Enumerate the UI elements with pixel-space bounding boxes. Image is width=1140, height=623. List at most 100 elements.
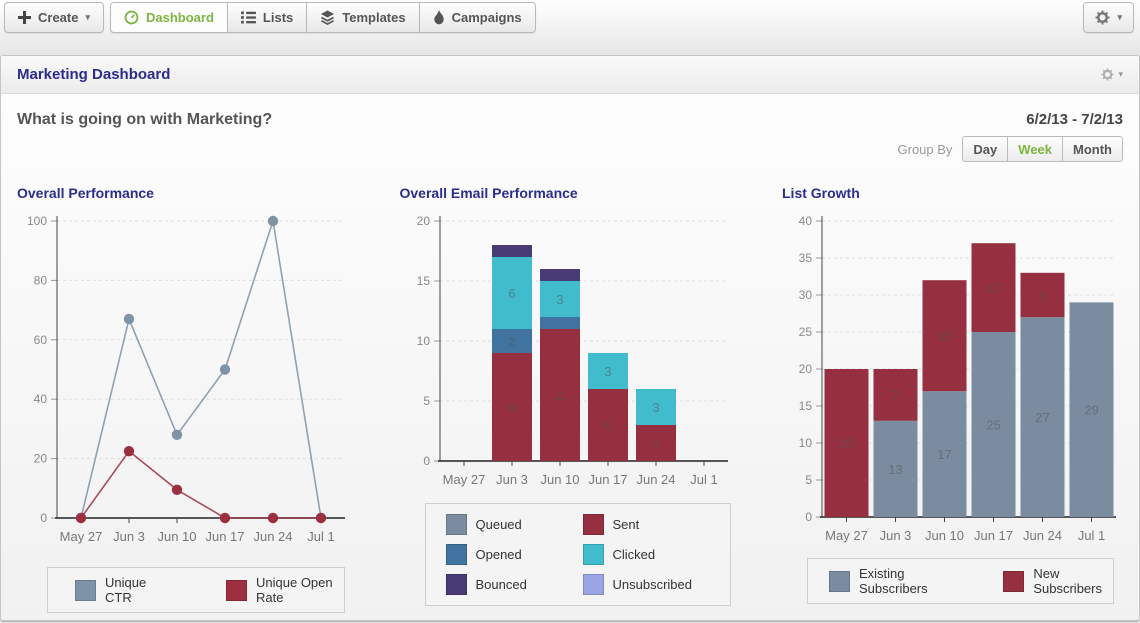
svg-text:6: 6	[1039, 288, 1046, 303]
svg-text:15: 15	[416, 274, 430, 288]
svg-text:May 27: May 27	[60, 529, 103, 544]
tab-templates-label: Templates	[342, 10, 405, 25]
svg-text:0: 0	[423, 454, 430, 468]
gear-icon	[1101, 68, 1114, 81]
legend-label: Sent	[613, 517, 640, 532]
svg-text:May 27: May 27	[442, 472, 485, 487]
group-by-week-button[interactable]: Week	[1007, 136, 1063, 162]
svg-text:0: 0	[40, 511, 47, 525]
legend-label: Unsubscribed	[613, 577, 693, 592]
svg-text:20: 20	[416, 214, 430, 228]
legend-item[interactable]: Clicked	[583, 544, 720, 565]
chart-title: Overall Email Performance	[400, 185, 734, 201]
chart-legend: Existing Subscribers New Subscribers	[807, 558, 1114, 604]
legend-item[interactable]: Sent	[583, 514, 720, 535]
svg-text:3: 3	[604, 364, 611, 379]
svg-text:Jun 17: Jun 17	[974, 528, 1013, 543]
legend-item[interactable]: Unique Open Rate	[226, 575, 344, 605]
tab-dashboard[interactable]: Dashboard	[110, 2, 228, 33]
panel-settings-button[interactable]: ▾	[1101, 68, 1123, 81]
chart-legend: Unique CTR Unique Open Rate	[47, 567, 345, 613]
legend-item[interactable]: Existing Subscribers	[829, 566, 955, 596]
svg-text:25: 25	[799, 325, 813, 339]
svg-text:5: 5	[423, 394, 430, 408]
group-by-month-button[interactable]: Month	[1062, 136, 1123, 162]
legend-label: New Subscribers	[1033, 566, 1113, 596]
svg-text:3: 3	[652, 436, 659, 451]
tab-templates[interactable]: Templates	[306, 2, 419, 33]
svg-text:17: 17	[937, 447, 951, 462]
chevron-down-icon: ▾	[85, 13, 90, 22]
stacked-bar-chart-canvas: 05101520May 27Jun 3Jun 10Jun 17Jun 24Jul…	[400, 205, 734, 500]
group-by-button-group: Day Week Month	[962, 136, 1123, 162]
create-button[interactable]: Create ▾	[4, 2, 104, 33]
svg-text:Jun 17: Jun 17	[588, 472, 627, 487]
legend-swatch	[446, 574, 467, 595]
tab-campaigns[interactable]: Campaigns	[419, 2, 536, 33]
date-range: 6/2/13 - 7/2/13	[1026, 111, 1123, 128]
legend-item[interactable]: Bounced	[446, 574, 583, 595]
legend-label: Clicked	[613, 547, 656, 562]
svg-text:13: 13	[888, 462, 902, 477]
legend-swatch	[829, 571, 850, 592]
svg-text:Jun 24: Jun 24	[636, 472, 675, 487]
legend-item[interactable]: Opened	[446, 544, 583, 565]
svg-text:60: 60	[34, 333, 48, 347]
legend-label: Existing Subscribers	[859, 566, 955, 596]
legend-swatch	[583, 514, 604, 535]
svg-text:20: 20	[799, 362, 813, 376]
legend-item[interactable]: Unsubscribed	[583, 574, 720, 595]
svg-text:11: 11	[553, 388, 567, 403]
list-growth-chart: List Growth 0510152025303540May 27Jun 3J…	[782, 185, 1123, 613]
svg-text:15: 15	[937, 329, 951, 344]
legend-item[interactable]: Queued	[446, 514, 583, 535]
svg-text:0: 0	[805, 510, 812, 524]
svg-text:40: 40	[34, 392, 48, 406]
chart-title: Overall Performance	[17, 185, 351, 201]
group-by-day-button[interactable]: Day	[962, 136, 1008, 162]
legend-label: Queued	[476, 517, 522, 532]
settings-dropdown-button[interactable]: ▾	[1083, 2, 1134, 33]
svg-text:10: 10	[416, 334, 430, 348]
svg-text:Jul 1: Jul 1	[690, 472, 717, 487]
chevron-down-icon: ▾	[1117, 13, 1122, 22]
legend-swatch	[1003, 571, 1024, 592]
tab-campaigns-label: Campaigns	[452, 10, 522, 25]
tab-lists[interactable]: Lists	[227, 2, 307, 33]
tab-dashboard-label: Dashboard	[146, 10, 214, 25]
svg-text:Jun 24: Jun 24	[1023, 528, 1062, 543]
dashboard-panel-header: Marketing Dashboard ▾	[1, 56, 1139, 94]
svg-text:10: 10	[799, 436, 813, 450]
svg-text:3: 3	[652, 400, 659, 415]
svg-text:Jun 24: Jun 24	[253, 529, 292, 544]
legend-swatch	[226, 580, 247, 601]
legend-item[interactable]: New Subscribers	[1003, 566, 1113, 596]
svg-text:20: 20	[839, 436, 853, 451]
svg-text:Jun 10: Jun 10	[925, 528, 964, 543]
nav-tab-group: Dashboard Lists Templates Campaigns	[110, 2, 536, 33]
svg-text:May 27: May 27	[825, 528, 868, 543]
svg-text:100: 100	[27, 214, 47, 228]
legend-item[interactable]: Unique CTR	[75, 575, 162, 605]
create-button-label: Create	[38, 10, 78, 25]
main-toolbar: Create ▾ Dashboard Lists Templates Camp	[4, 2, 536, 33]
plus-icon	[18, 11, 31, 24]
gear-icon	[1095, 10, 1110, 25]
svg-text:30: 30	[799, 288, 813, 302]
list-icon	[241, 11, 256, 24]
svg-text:7: 7	[892, 388, 899, 403]
legend-label: Opened	[476, 547, 522, 562]
svg-text:80: 80	[34, 273, 48, 287]
email-performance-chart: Overall Email Performance 0 5 10 15 20 May 27…	[400, 185, 734, 613]
chart-title: List Growth	[782, 185, 1123, 201]
svg-text:Jun 17: Jun 17	[205, 529, 244, 544]
svg-text:Jun 3: Jun 3	[496, 472, 528, 487]
group-by-label: Group By	[898, 142, 953, 157]
overall-performance-chart: Overall Performance 020406080100May 27Ju…	[17, 185, 351, 613]
svg-text:Jul 1: Jul 1	[1078, 528, 1105, 543]
svg-text:Jun 10: Jun 10	[157, 529, 196, 544]
svg-text:9: 9	[508, 400, 515, 415]
legend-swatch	[583, 544, 604, 565]
legend-label: Unique Open Rate	[256, 575, 344, 605]
legend-label: Unique CTR	[105, 575, 162, 605]
